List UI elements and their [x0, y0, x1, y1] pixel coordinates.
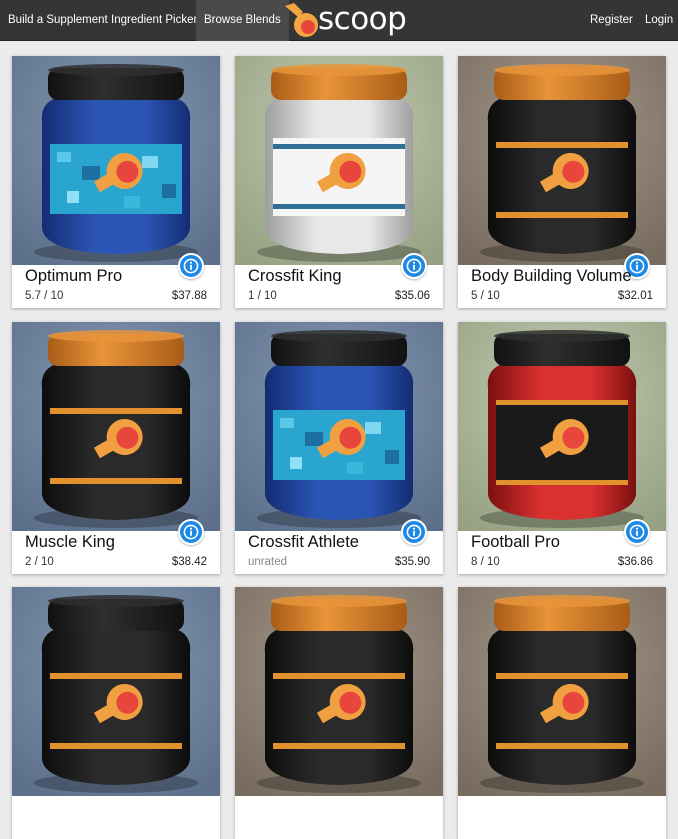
product-card[interactable]: Crossfit King 1 / 10 $35.06	[235, 56, 443, 308]
nav-build-supplement[interactable]: Build a Supplement	[0, 0, 116, 41]
product-jar-image	[12, 587, 220, 796]
product-card[interactable]	[235, 587, 443, 839]
info-icon	[406, 524, 422, 540]
nav-register[interactable]: Register	[582, 0, 641, 41]
brand-name: scoop	[318, 1, 407, 37]
product-name: Muscle King	[25, 533, 115, 551]
product-card[interactable]: Football Pro 8 / 10 $36.86	[458, 322, 666, 574]
product-card[interactable]	[458, 587, 666, 839]
product-rating: unrated	[248, 556, 288, 568]
product-name: Football Pro	[471, 533, 560, 551]
product-price: $38.42	[171, 556, 207, 568]
product-jar-image	[235, 587, 443, 796]
product-card[interactable]: Body Building Volume 5 / 10 $32.01	[458, 56, 666, 308]
info-icon	[183, 258, 199, 274]
info-icon	[406, 258, 422, 274]
nav-ingredient-picker[interactable]: Ingredient Picker	[103, 0, 205, 41]
product-name: Body Building Volume	[471, 267, 632, 285]
product-jar-image	[12, 56, 220, 265]
product-jar-image	[12, 322, 220, 531]
product-rating: 8 / 10	[471, 556, 500, 568]
nav-login[interactable]: Login	[637, 0, 678, 41]
info-button[interactable]	[401, 253, 427, 279]
product-jar-image	[458, 587, 666, 796]
product-price: $35.06	[394, 290, 430, 302]
product-price: $36.86	[617, 556, 653, 568]
product-price: $32.01	[617, 290, 653, 302]
product-rating: 5.7 / 10	[25, 290, 64, 302]
product-jar-image	[458, 322, 666, 531]
product-jar-image	[235, 56, 443, 265]
nav-browse-blends[interactable]: Browse Blends	[196, 0, 289, 41]
product-rating: 5 / 10	[471, 290, 500, 302]
product-card[interactable]: Optimum Pro 5.7 / 10 $37.88	[12, 56, 220, 308]
product-rating: 1 / 10	[248, 290, 277, 302]
info-button[interactable]	[178, 253, 204, 279]
product-rating: 2 / 10	[25, 556, 54, 568]
product-price: $37.88	[171, 290, 207, 302]
info-button[interactable]	[624, 519, 650, 545]
info-icon	[183, 524, 199, 540]
product-jar-image	[458, 56, 666, 265]
product-name: Crossfit Athlete	[248, 533, 359, 551]
info-icon	[629, 524, 645, 540]
product-card[interactable]: Muscle King 2 / 10 $38.42	[12, 322, 220, 574]
navbar: Build a Supplement Ingredient Picker Bro…	[0, 0, 678, 41]
info-button[interactable]	[401, 519, 427, 545]
product-name: Crossfit King	[248, 267, 342, 285]
product-price: $35.90	[394, 556, 430, 568]
product-card[interactable]	[12, 587, 220, 839]
product-jar-image	[235, 322, 443, 531]
product-name: Optimum Pro	[25, 267, 123, 285]
product-card[interactable]: Crossfit Athlete unrated $35.90	[235, 322, 443, 574]
brand-logo[interactable]: scoop	[282, 0, 407, 41]
info-button[interactable]	[178, 519, 204, 545]
scoop-icon	[285, 3, 318, 37]
